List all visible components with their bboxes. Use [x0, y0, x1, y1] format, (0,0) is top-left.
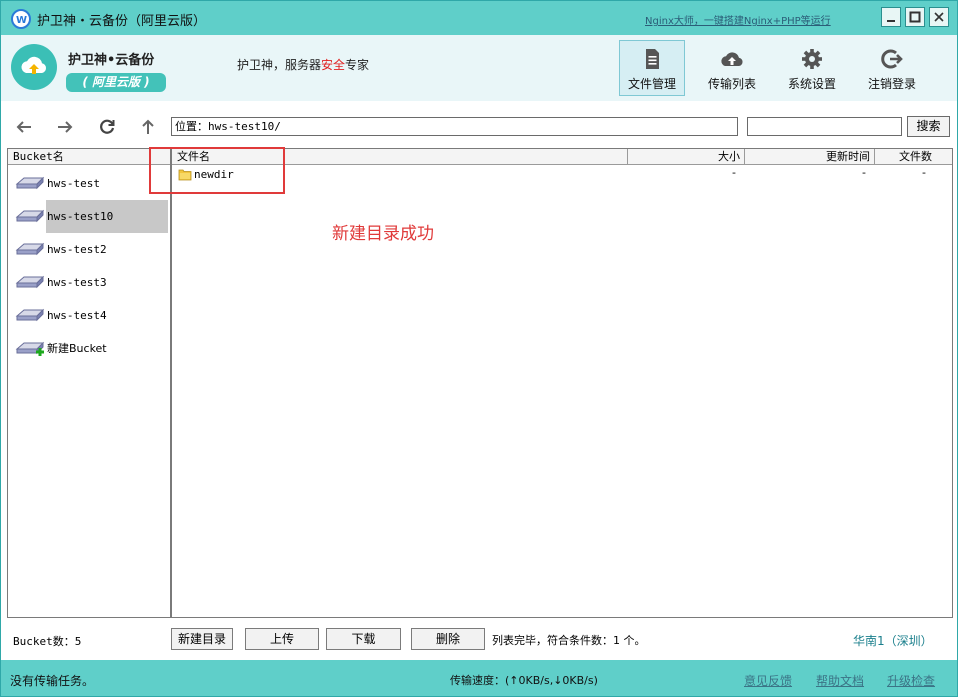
file-list-icon: [646, 49, 659, 69]
success-annotation: 新建目录成功: [332, 224, 434, 244]
tab-label: 系统设置: [787, 77, 836, 91]
transfer-task-status: 没有传输任务。: [10, 674, 95, 688]
close-button[interactable]: [929, 7, 949, 27]
up-arrow-icon[interactable]: [138, 117, 158, 137]
title-bar[interactable]: W 护卫神・云备份（阿里云版） Nginx大师，一键搭建Nginx+PHP等运行: [1, 1, 957, 35]
forward-arrow-icon[interactable]: [55, 117, 75, 137]
column-header-updated[interactable]: 更新时间: [745, 149, 875, 165]
tab-file-management[interactable]: 文件管理: [619, 40, 685, 96]
tab-label: 注销登录: [867, 77, 916, 91]
tab-system-settings[interactable]: 系统设置: [779, 40, 845, 96]
tab-logout[interactable]: 注销登录: [859, 40, 925, 96]
back-arrow-icon[interactable]: [14, 117, 34, 137]
bucket-item[interactable]: hws-test: [13, 167, 168, 200]
maximize-icon: [909, 11, 921, 23]
content-panels: Bucket名 hws-test hws-test10 hws-test2 hw…: [7, 148, 953, 618]
drive-icon: [15, 209, 45, 223]
slogan-part: 专家: [345, 58, 370, 72]
bucket-name: hws-test3: [47, 276, 107, 289]
column-header-file-count[interactable]: 文件数: [875, 149, 952, 165]
tab-label: 文件管理: [627, 77, 676, 91]
close-icon: [934, 12, 944, 22]
drive-icon: [15, 176, 45, 190]
cloud-upload-logo-icon: [11, 44, 57, 90]
location-label: 位置：: [175, 120, 208, 133]
bucket-name: hws-test10: [46, 200, 168, 233]
tab-transfer-list[interactable]: 传输列表: [699, 40, 765, 96]
new-bucket-item[interactable]: 新建Bucket: [13, 332, 168, 365]
highlight-box: [149, 147, 285, 194]
bucket-count: Bucket数：5: [13, 635, 82, 648]
cloud-upload-icon: [721, 52, 743, 66]
feedback-link[interactable]: 意见反馈: [744, 672, 792, 689]
slogan-part: 护卫神，服务器: [237, 58, 322, 72]
minimize-icon: [887, 20, 895, 22]
bucket-column-header[interactable]: Bucket名: [8, 149, 170, 165]
add-drive-icon: [15, 341, 45, 356]
action-bar: Bucket数：5 新建目录 上传 下载 删除 列表完毕，符合条件数：1 个。 …: [1, 618, 957, 660]
maximize-button[interactable]: [905, 7, 925, 27]
file-count: -: [922, 166, 926, 179]
bucket-name: hws-test4: [47, 309, 107, 322]
refresh-icon[interactable]: [97, 117, 117, 137]
brand-edition: ( 阿里云版 ): [66, 73, 166, 92]
drive-icon: [15, 308, 45, 322]
region-label: 华南1（深圳）: [853, 634, 933, 648]
bucket-item[interactable]: hws-test2: [13, 233, 168, 266]
bucket-list-panel[interactable]: Bucket名 hws-test hws-test10 hws-test2 hw…: [7, 148, 171, 618]
new-bucket-label: 新建Bucket: [47, 342, 107, 355]
window-title: 护卫神・云备份（阿里云版）: [37, 14, 207, 29]
app-logo-icon: W: [11, 9, 31, 29]
promo-link[interactable]: Nginx大师，一键搭建Nginx+PHP等运行: [645, 12, 831, 27]
delete-button[interactable]: 删除: [411, 628, 485, 650]
location-path-field[interactable]: 位置：hws-test10/: [171, 117, 738, 136]
app-window: W 护卫神・云备份（阿里云版） Nginx大师，一键搭建Nginx+PHP等运行…: [0, 0, 958, 697]
upload-button[interactable]: 上传: [245, 628, 319, 650]
tab-label: 传输列表: [707, 77, 756, 91]
brand-name: 护卫神•云备份: [68, 53, 155, 68]
help-docs-link[interactable]: 帮助文档: [816, 672, 864, 689]
minimize-button[interactable]: [881, 7, 901, 27]
navigation-toolbar: 位置：hws-test10/ 搜索: [1, 101, 957, 147]
check-update-link[interactable]: 升级检查: [887, 672, 935, 689]
drive-icon: [15, 242, 45, 256]
gear-icon: [802, 49, 822, 69]
download-button[interactable]: 下载: [326, 628, 401, 650]
new-directory-button[interactable]: 新建目录: [171, 628, 233, 650]
app-header: 护卫神•云备份 ( 阿里云版 ) 护卫神，服务器安全专家 文件管理 传输列表 系…: [1, 35, 957, 101]
bucket-name: hws-test2: [47, 243, 107, 256]
slogan-highlight: 安全: [321, 58, 346, 72]
column-header-size[interactable]: 大小: [628, 149, 745, 165]
file-updated: -: [862, 166, 866, 179]
drive-icon: [15, 275, 45, 289]
logout-icon: [881, 49, 903, 69]
svg-text:W: W: [16, 15, 27, 26]
status-bar: 没有传输任务。 传输速度：(↑0KB/s,↓0KB/s) 意见反馈 帮助文档 升…: [1, 660, 957, 696]
file-row[interactable]: newdir - - -: [172, 166, 952, 184]
bucket-item-selected[interactable]: hws-test10: [13, 200, 168, 233]
file-list-panel[interactable]: 文件名 大小 更新时间 文件数 newdir - - -: [171, 148, 953, 618]
search-input[interactable]: [747, 117, 902, 136]
location-path-value: hws-test10/: [208, 120, 281, 133]
search-button[interactable]: 搜索: [907, 116, 950, 137]
slogan: 护卫神，服务器安全专家: [237, 56, 369, 73]
list-status: 列表完毕，符合条件数：1 个。: [492, 634, 646, 647]
bucket-item[interactable]: hws-test3: [13, 266, 168, 299]
file-size: -: [732, 166, 736, 179]
transfer-speed: 传输速度：(↑0KB/s,↓0KB/s): [450, 674, 598, 687]
bucket-item[interactable]: hws-test4: [13, 299, 168, 332]
